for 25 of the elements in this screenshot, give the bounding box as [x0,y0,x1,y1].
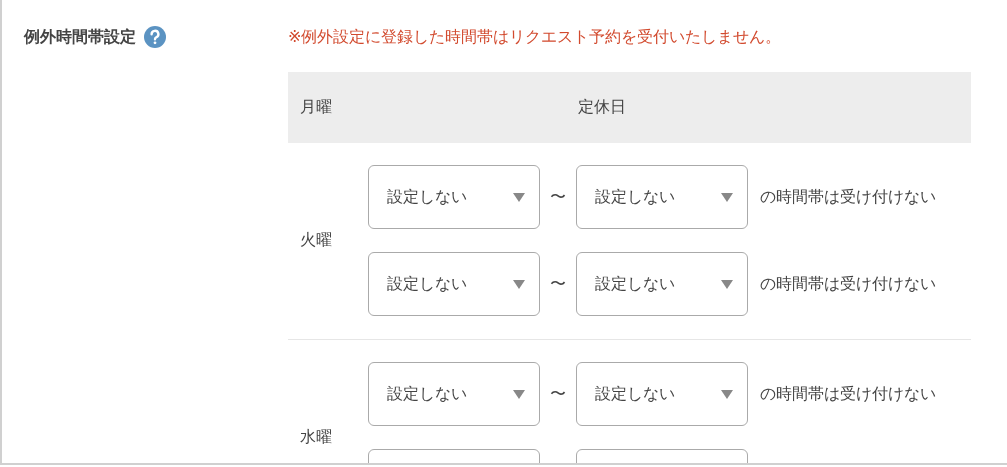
warning-note: ※例外設定に登録した時間帯はリクエスト予約を受付いたしません。 [288,26,783,48]
tilde-separator: 〜 [549,273,567,295]
caret-icon [721,192,733,202]
closed-day-label: 定休日 [578,97,626,118]
day-label: 水曜 [299,427,333,448]
time-select[interactable]: 設定しない [368,252,540,316]
caret-icon [721,279,733,289]
caret-icon [721,389,733,399]
caret-icon [513,192,525,202]
day-label: 火曜 [299,230,333,251]
range-suffix: の時間帯は受け付けない [760,186,936,208]
time-select[interactable]: 設定しない [576,252,748,316]
time-select[interactable]: 設定しない [576,362,748,426]
tilde-separator: 〜 [549,186,567,208]
help-icon[interactable] [144,26,166,48]
day-label: 月曜 [299,97,333,118]
caret-icon [513,279,525,289]
time-select[interactable]: 設定しない [368,165,540,229]
tilde-separator: 〜 [549,383,567,405]
range-suffix: の時間帯は受け付けない [760,273,936,295]
range-suffix: の時間帯は受け付けない [760,383,936,405]
caret-icon [513,389,525,399]
time-select[interactable]: 設定しない [576,165,748,229]
time-select[interactable]: 設定しない [368,362,540,426]
setting-label: 例外時間帯設定 [24,26,136,48]
